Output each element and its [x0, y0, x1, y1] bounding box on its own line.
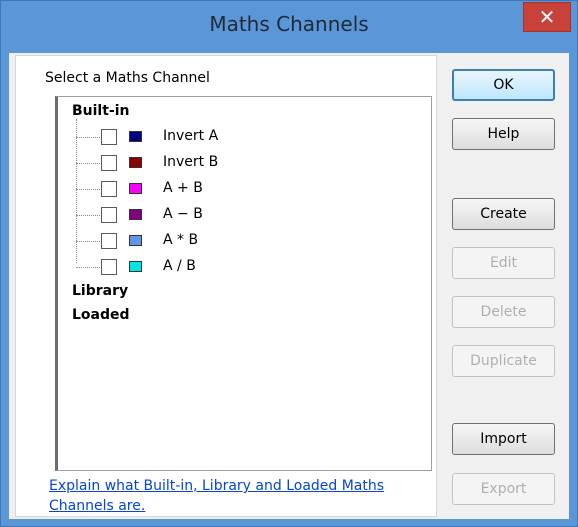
channel-tree[interactable]: Built-in Invert A Invert B A + B A − B A… [55, 96, 432, 471]
close-icon: ✕ [538, 5, 556, 29]
dialog-client-area: Select a Maths Channel Built-in Invert A… [9, 53, 569, 519]
duplicate-button[interactable]: Duplicate [452, 345, 555, 377]
window-title: Maths Channels [209, 12, 369, 36]
tree-connector [76, 241, 100, 242]
color-swatch [129, 261, 142, 272]
tree-node-library[interactable]: Library [72, 283, 128, 299]
color-swatch [129, 235, 142, 246]
channel-label: Invert A [163, 128, 219, 144]
channel-checkbox[interactable] [101, 129, 117, 145]
help-button[interactable]: Help [452, 118, 555, 150]
tree-node-builtin[interactable]: Built-in [72, 103, 130, 119]
channel-group: Select a Maths Channel Built-in Invert A… [15, 55, 437, 517]
color-swatch [129, 209, 142, 220]
export-button[interactable]: Export [452, 473, 555, 505]
channel-label: A + B [163, 180, 203, 196]
create-button[interactable]: Create [452, 198, 555, 230]
channel-checkbox[interactable] [101, 155, 117, 171]
channel-checkbox[interactable] [101, 207, 117, 223]
channel-label: Invert B [163, 154, 219, 170]
group-label: Select a Maths Channel [45, 70, 210, 86]
color-swatch [129, 131, 142, 142]
maths-channels-dialog: Maths Channels ✕ Select a Maths Channel … [0, 0, 578, 527]
tree-item-a-minus-b[interactable]: A − B [76, 205, 396, 227]
channel-checkbox[interactable] [101, 259, 117, 275]
delete-button[interactable]: Delete [452, 296, 555, 328]
channel-checkbox[interactable] [101, 181, 117, 197]
tree-item-invert-a[interactable]: Invert A [76, 127, 396, 149]
tree-item-a-times-b[interactable]: A * B [76, 231, 396, 253]
edit-button[interactable]: Edit [452, 247, 555, 279]
channel-label: A * B [163, 232, 199, 248]
explain-channels-link[interactable]: Explain what Built-in, Library and Loade… [49, 476, 419, 516]
tree-connector [76, 215, 100, 216]
channel-checkbox[interactable] [101, 233, 117, 249]
color-swatch [129, 183, 142, 194]
channel-label: A − B [163, 206, 203, 222]
title-bar[interactable]: Maths Channels ✕ [1, 1, 577, 53]
tree-connector [76, 189, 100, 190]
color-swatch [129, 157, 142, 168]
ok-button[interactable]: OK [452, 69, 555, 101]
tree-item-a-plus-b[interactable]: A + B [76, 179, 396, 201]
import-button[interactable]: Import [452, 423, 555, 455]
tree-item-invert-b[interactable]: Invert B [76, 153, 396, 175]
tree-node-loaded[interactable]: Loaded [72, 307, 130, 323]
channel-label: A / B [163, 258, 196, 274]
tree-connector [76, 267, 100, 268]
tree-item-a-div-b[interactable]: A / B [76, 257, 396, 279]
tree-connector [76, 137, 100, 138]
tree-connector [76, 163, 100, 164]
close-button[interactable]: ✕ [523, 2, 571, 32]
